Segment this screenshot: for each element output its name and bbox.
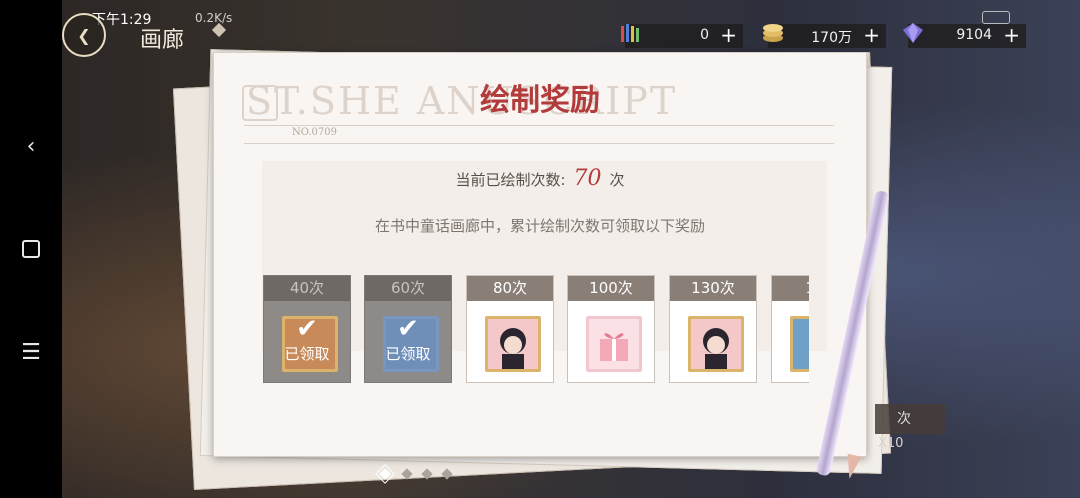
draw-count-label: 当前已绘制次数: bbox=[455, 171, 566, 189]
reward-threshold: 100次 bbox=[568, 276, 654, 301]
reward-card-40[interactable]: 40次 ✔ 已领取 bbox=[263, 275, 351, 383]
home-nav-icon[interactable] bbox=[0, 229, 62, 269]
paintbrush-set-icon bbox=[621, 24, 639, 42]
menu-nav-icon[interactable]: ☰ bbox=[0, 332, 62, 372]
draw-count-value: 70 bbox=[573, 166, 602, 191]
gem-icon bbox=[903, 23, 923, 43]
status-battery-icon bbox=[946, 10, 1046, 24]
checkmark-icon: ✔ bbox=[397, 314, 419, 344]
reward-card-60[interactable]: 60次 ✔ 已领取 bbox=[364, 275, 452, 383]
coin-stack-icon bbox=[763, 24, 783, 42]
draw-multiplier: X10 bbox=[878, 436, 904, 451]
claimed-overlay: ✔ 已领取 bbox=[365, 301, 451, 382]
currency-gems-value: 9104 bbox=[956, 27, 992, 43]
system-nav-bar: ‹ ☰ bbox=[0, 0, 62, 498]
draw-count-line: 当前已绘制次数: 70 次 bbox=[214, 166, 866, 191]
reward-list[interactable]: 40次 ✔ 已领取 60次 ✔ 已领取 80次 100次 130次 bbox=[263, 275, 809, 385]
pink-gift-box-icon bbox=[586, 316, 642, 372]
landscape-card-icon bbox=[790, 316, 809, 372]
claimed-overlay: ✔ 已领取 bbox=[264, 301, 350, 382]
page-title: 画廊 bbox=[140, 28, 185, 53]
currency-brushes-value: 0 bbox=[700, 27, 709, 43]
divider bbox=[244, 143, 834, 144]
panel-serial: NO.0709 bbox=[292, 127, 337, 138]
portrait-avatar-icon bbox=[485, 316, 541, 372]
panel-title: 绘制奖励 bbox=[480, 83, 600, 118]
currency-coins: 170万 + bbox=[763, 23, 886, 48]
reward-threshold: 80次 bbox=[467, 276, 553, 301]
status-net-speed: 0.2K/s bbox=[195, 11, 233, 25]
reward-threshold: 40次 bbox=[264, 276, 350, 301]
currency-coins-value: 170万 bbox=[811, 30, 852, 46]
back-emblem-button[interactable]: ❮ bbox=[62, 13, 106, 57]
reward-card-100[interactable]: 100次 bbox=[567, 275, 655, 383]
add-brushes-button[interactable]: + bbox=[720, 23, 737, 47]
draw-side-tab[interactable]: 次 bbox=[875, 404, 945, 434]
add-gems-button[interactable]: + bbox=[1003, 23, 1020, 47]
back-nav-icon[interactable]: ‹ bbox=[0, 126, 62, 166]
claimed-label: 已领取 bbox=[284, 345, 330, 363]
portrait-avatar-icon bbox=[688, 316, 744, 372]
divider bbox=[244, 125, 834, 126]
reward-card-130[interactable]: 130次 bbox=[669, 275, 757, 383]
reward-card-150[interactable]: 15 bbox=[771, 275, 809, 383]
reward-threshold: 130次 bbox=[670, 276, 756, 301]
reward-card-80[interactable]: 80次 bbox=[466, 275, 554, 383]
claimed-label: 已领取 bbox=[385, 345, 431, 363]
currency-gems: 9104 + bbox=[903, 23, 1026, 48]
checkmark-icon: ✔ bbox=[296, 314, 318, 344]
reward-threshold: 60次 bbox=[365, 276, 451, 301]
currency-brushes: 0 + bbox=[621, 23, 743, 48]
reward-description: 在书中童话画廊中，累计绘制次数可领取以下奖励 bbox=[374, 217, 705, 235]
draw-count-unit: 次 bbox=[609, 171, 625, 189]
add-coins-button[interactable]: + bbox=[863, 23, 880, 47]
reward-threshold: 15 bbox=[772, 276, 809, 301]
reward-panel: ST.SHE ANUSCRIPT 绘制奖励 NO.0709 当前已绘制次数: 70… bbox=[213, 52, 867, 457]
